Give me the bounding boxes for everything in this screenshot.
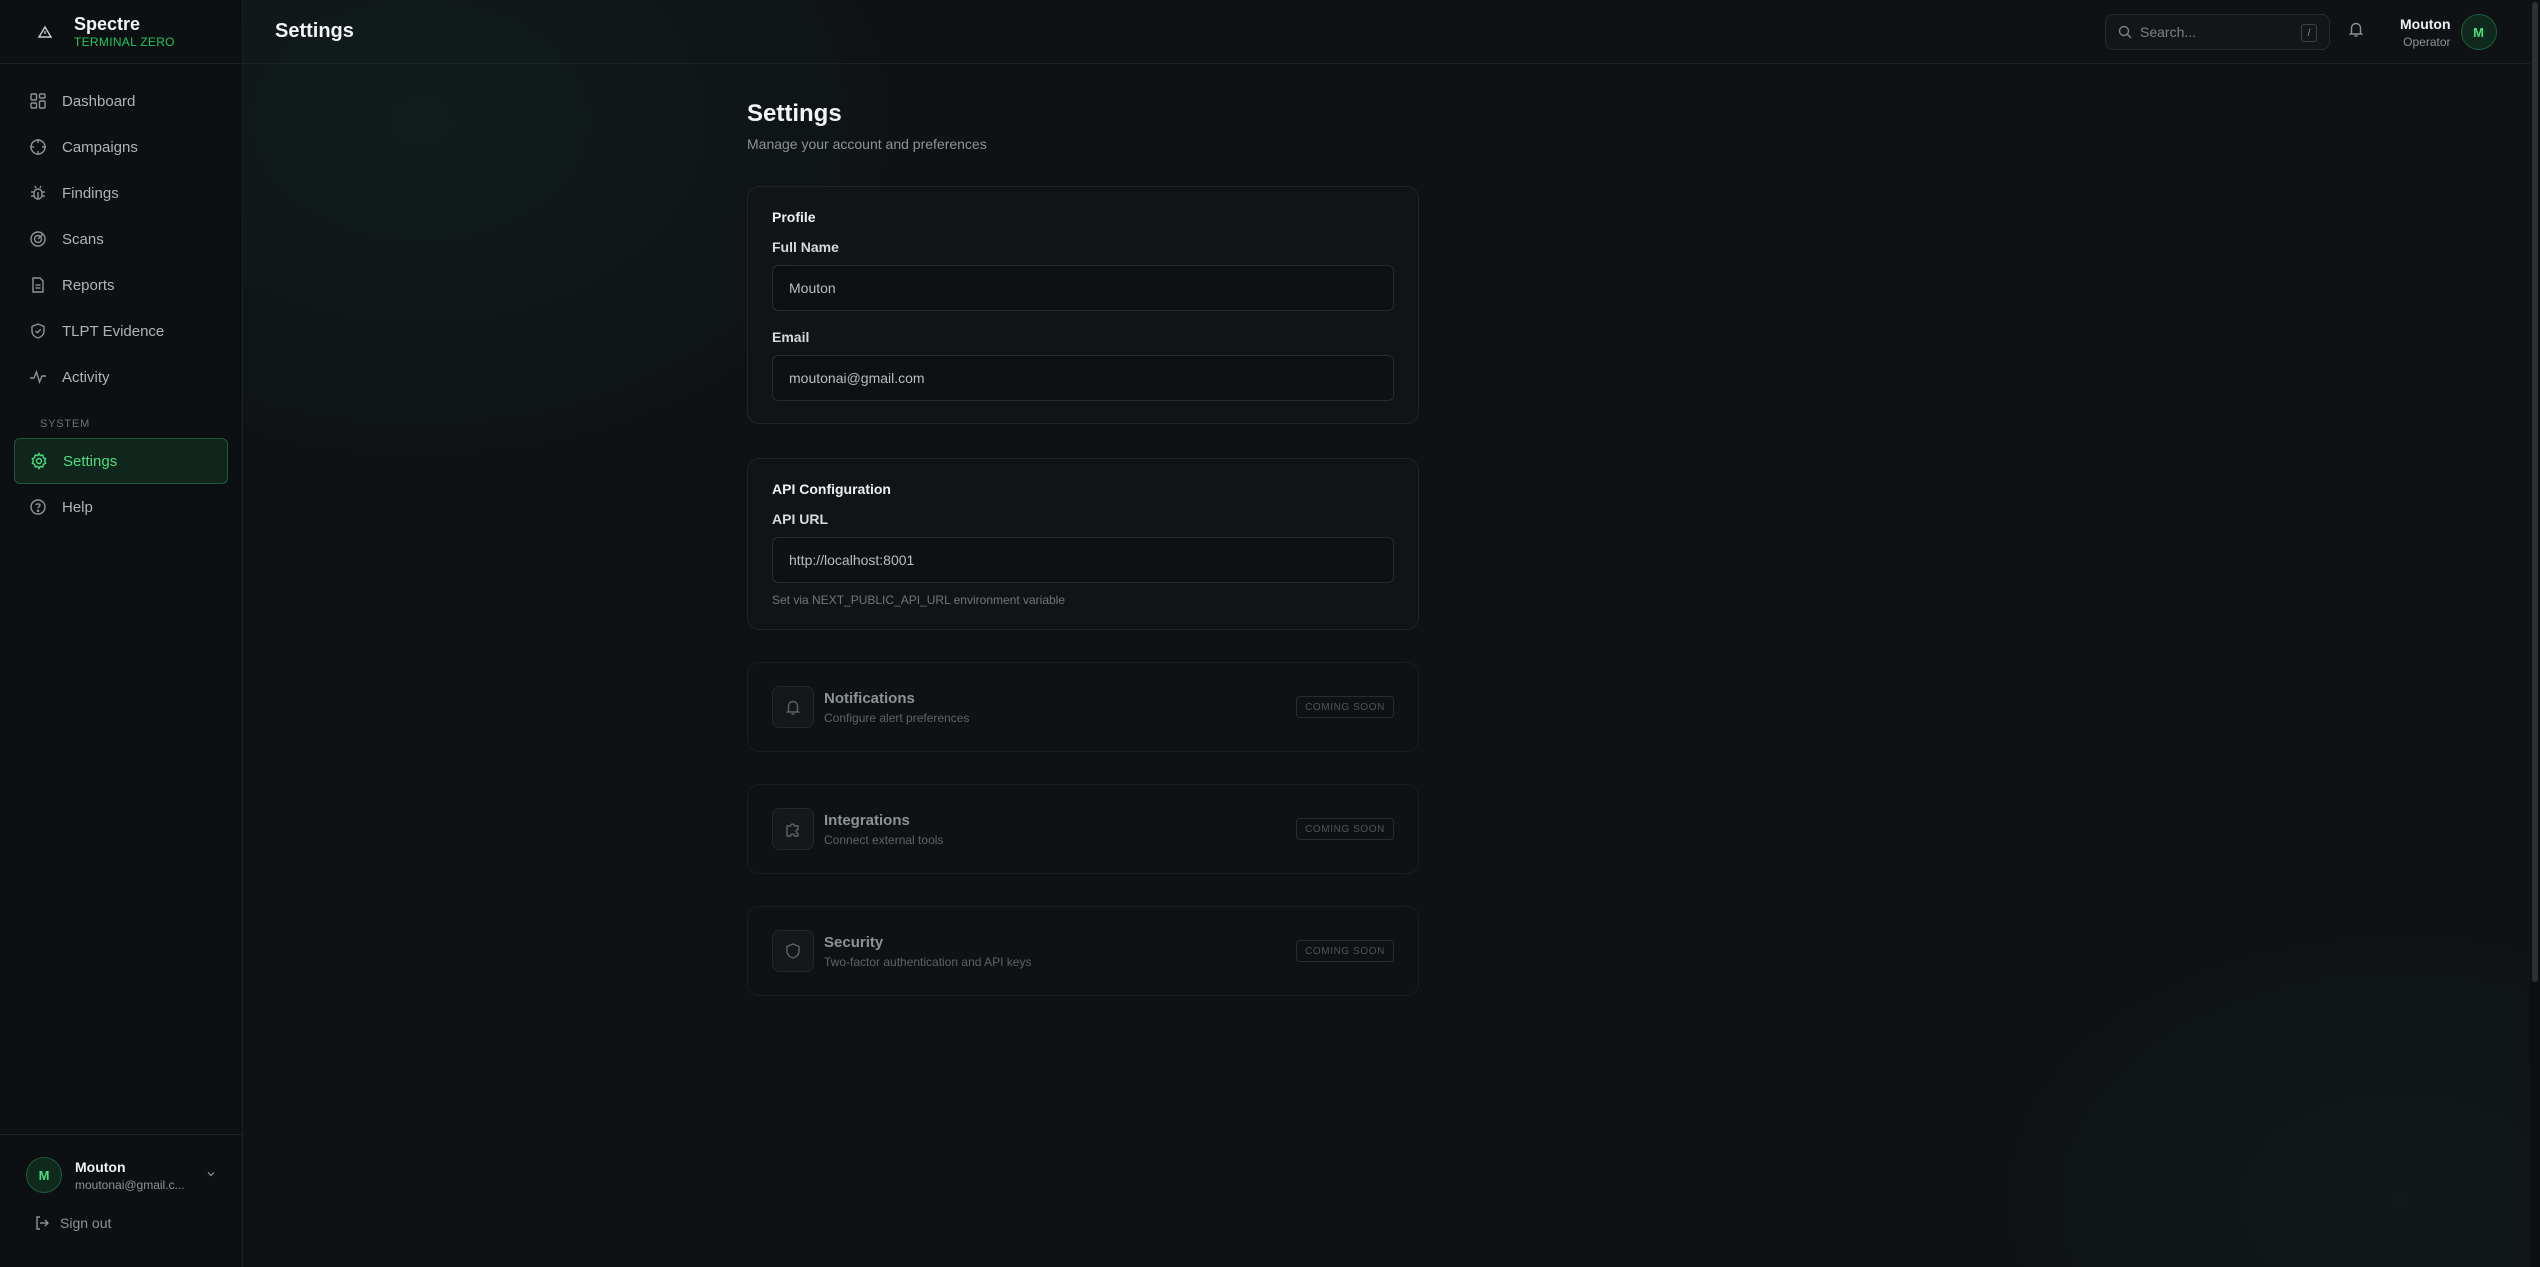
grid-icon	[28, 91, 48, 111]
scrollbar[interactable]	[2530, 0, 2540, 1267]
sidebar-item-label: TLPT Evidence	[62, 322, 165, 340]
sidebar-item-settings[interactable]: Settings	[14, 438, 228, 484]
profile-card-title: Profile	[772, 209, 816, 225]
coming-soon-badge: COMING SOON	[1296, 940, 1394, 962]
brand[interactable]: Spectre TERMINAL ZERO	[0, 0, 242, 64]
topbar: Settings Search... / Mouton Operator M	[243, 0, 2540, 64]
integrations-desc: Connect external tools	[824, 832, 944, 847]
sidebar-item-label: Settings	[63, 452, 118, 470]
sidebar: Spectre TERMINAL ZERO Dashboard Campaign…	[0, 0, 243, 1267]
brand-subtitle: TERMINAL ZERO	[74, 34, 175, 49]
sidebar-item-label: Findings	[62, 184, 119, 202]
search-shortcut-key: /	[2301, 24, 2317, 42]
shield-icon	[772, 930, 814, 972]
sidebar-user-email: moutonai@gmail.c...	[75, 1177, 185, 1192]
security-card: Security Two-factor authentication and A…	[747, 906, 1419, 996]
sidebar-item-label: Campaigns	[62, 138, 138, 156]
notifications-title: Notifications	[824, 689, 915, 707]
brand-name: Spectre	[74, 13, 141, 34]
app-root: Spectre TERMINAL ZERO Dashboard Campaign…	[0, 0, 2540, 1267]
profile-card: Profile Full Name Mouton Email moutonai@…	[747, 186, 1419, 424]
sidebar-user-menu[interactable]: M Mouton moutonai@gmail.c...	[0, 1135, 243, 1193]
puzzle-icon	[772, 808, 814, 850]
main-nav: Dashboard Campaigns Findings Scans Repor…	[0, 78, 242, 530]
help-icon	[28, 497, 48, 517]
full-name-label: Full Name	[772, 239, 839, 255]
radar-icon	[28, 229, 48, 249]
sign-out-button[interactable]: Sign out	[0, 1215, 243, 1231]
chevron-down-icon	[205, 1168, 217, 1183]
search-icon	[2118, 25, 2132, 39]
warning-triangle-icon	[32, 19, 58, 45]
page-subtitle: Manage your account and preferences	[747, 136, 987, 152]
bug-icon	[28, 183, 48, 203]
sidebar-item-label: Activity	[62, 368, 110, 386]
email-field[interactable]: moutonai@gmail.com	[772, 355, 1394, 401]
notifications-desc: Configure alert preferences	[824, 710, 970, 725]
sidebar-item-campaigns[interactable]: Campaigns	[14, 124, 228, 170]
main-area: Settings Search... / Mouton Operator M S…	[243, 0, 2540, 1267]
sidebar-item-label: Scans	[62, 230, 104, 248]
bell-icon[interactable]	[2347, 20, 2365, 38]
sidebar-item-findings[interactable]: Findings	[14, 170, 228, 216]
sign-out-label: Sign out	[60, 1215, 112, 1231]
gear-icon	[29, 451, 49, 471]
topbar-user-menu[interactable]: Mouton Operator M	[2400, 14, 2497, 50]
notifications-card: Notifications Configure alert preference…	[747, 662, 1419, 752]
sidebar-item-scans[interactable]: Scans	[14, 216, 228, 262]
integrations-title: Integrations	[824, 811, 910, 829]
email-label: Email	[772, 329, 810, 345]
api-config-card: API Configuration API URL http://localho…	[747, 458, 1419, 630]
nav-section-label: SYSTEM	[40, 418, 91, 430]
file-icon	[28, 275, 48, 295]
search-input[interactable]: Search... /	[2105, 14, 2330, 50]
sidebar-item-dashboard[interactable]: Dashboard	[14, 78, 228, 124]
topbar-user-name: Mouton	[2400, 15, 2451, 32]
api-url-label: API URL	[772, 511, 828, 527]
security-title: Security	[824, 933, 884, 951]
sidebar-item-label: Reports	[62, 276, 115, 294]
search-placeholder: Search...	[2140, 24, 2197, 40]
integrations-card: Integrations Connect external tools COMI…	[747, 784, 1419, 874]
settings-content: Settings Manage your account and prefere…	[747, 100, 1419, 996]
sidebar-item-tlpt-evidence[interactable]: TLPT Evidence	[14, 308, 228, 354]
sidebar-item-label: Help	[62, 498, 93, 516]
coming-soon-badge: COMING SOON	[1296, 818, 1394, 840]
page-title: Settings	[747, 100, 842, 127]
avatar: M	[26, 1157, 62, 1193]
activity-icon	[28, 367, 48, 387]
full-name-field[interactable]: Mouton	[772, 265, 1394, 311]
sidebar-item-help[interactable]: Help	[14, 484, 228, 530]
api-url-hint: Set via NEXT_PUBLIC_API_URL environment …	[772, 593, 1066, 607]
avatar: M	[2460, 14, 2497, 50]
security-desc: Two-factor authentication and API keys	[824, 954, 1032, 969]
topbar-user-role: Operator	[2403, 34, 2451, 49]
shield-check-icon	[28, 321, 48, 341]
sidebar-item-reports[interactable]: Reports	[14, 262, 228, 308]
topbar-title: Settings	[275, 20, 354, 42]
api-url-field[interactable]: http://localhost:8001	[772, 537, 1394, 583]
sidebar-item-activity[interactable]: Activity	[14, 354, 228, 400]
crosshair-icon	[28, 137, 48, 157]
sidebar-item-label: Dashboard	[62, 92, 136, 110]
coming-soon-badge: COMING SOON	[1296, 696, 1394, 718]
sidebar-user-name: Mouton	[75, 1158, 126, 1175]
api-card-title: API Configuration	[772, 481, 891, 497]
scrollbar-thumb[interactable]	[2532, 2, 2538, 982]
logout-icon	[34, 1215, 50, 1231]
bell-icon	[772, 686, 814, 728]
sidebar-footer: M Mouton moutonai@gmail.c... Sign out	[0, 1134, 243, 1267]
